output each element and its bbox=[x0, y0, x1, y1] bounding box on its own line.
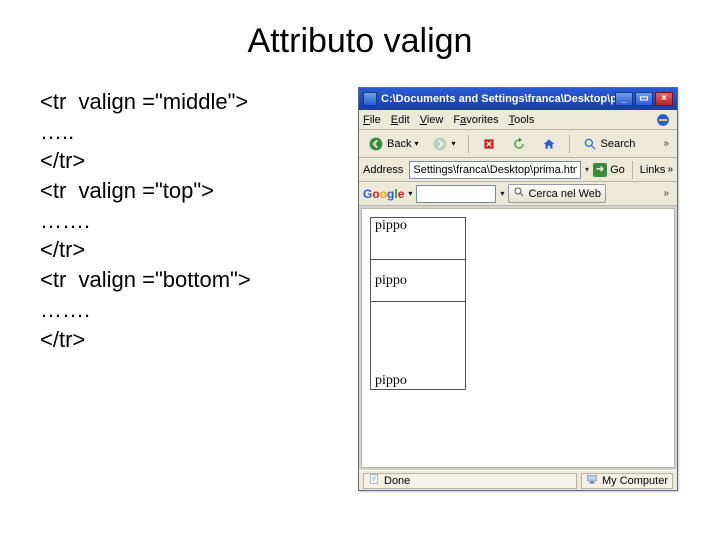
back-label: Back bbox=[387, 138, 411, 150]
google-logo[interactable]: Google bbox=[363, 187, 404, 201]
status-zone: My Computer bbox=[581, 473, 673, 489]
chevron-down-icon: ▾ bbox=[414, 139, 418, 148]
ie-app-icon bbox=[363, 92, 377, 106]
code-line: </tr> bbox=[40, 146, 340, 176]
links-label: Links bbox=[640, 164, 666, 176]
google-cerca-label: Cerca nel Web bbox=[528, 188, 601, 200]
toolbar-separator bbox=[468, 135, 469, 153]
cell-bottom: pippo bbox=[371, 302, 466, 390]
chevron-down-icon[interactable]: ▾ bbox=[408, 189, 412, 198]
google-toolbar: Google ▾ ▾ Cerca nel Web » bbox=[359, 182, 677, 206]
home-button[interactable] bbox=[536, 133, 562, 155]
page-icon bbox=[368, 473, 380, 488]
ie-window: C:\Documents and Settings\franca\Desktop… bbox=[358, 87, 678, 491]
status-bar: Done My Computer bbox=[359, 470, 677, 490]
window-title: C:\Documents and Settings\franca\Desktop… bbox=[381, 93, 615, 105]
refresh-icon bbox=[511, 136, 527, 152]
go-button[interactable]: ➜ Go bbox=[593, 163, 625, 177]
titlebar[interactable]: C:\Documents and Settings\franca\Desktop… bbox=[359, 88, 677, 110]
google-overflow-icon[interactable]: » bbox=[659, 188, 673, 199]
google-search-input[interactable] bbox=[416, 185, 496, 203]
forward-button[interactable]: ▾ bbox=[427, 133, 460, 155]
code-line: </tr> bbox=[40, 325, 340, 355]
status-done: Done bbox=[363, 473, 577, 489]
address-dropdown-icon[interactable]: ▾ bbox=[585, 165, 589, 174]
menu-view[interactable]: View bbox=[420, 114, 444, 126]
computer-icon bbox=[586, 473, 598, 488]
code-line: ……. bbox=[40, 206, 340, 236]
code-line: <tr valign ="top"> bbox=[40, 176, 340, 206]
table-row-top: pippo bbox=[371, 218, 466, 260]
code-line: </tr> bbox=[40, 235, 340, 265]
toolbar-separator bbox=[569, 135, 570, 153]
cell-top: pippo bbox=[371, 218, 466, 260]
toolbar-separator bbox=[632, 161, 633, 179]
code-line: ……. bbox=[40, 295, 340, 325]
links-button[interactable]: Links » bbox=[640, 164, 673, 176]
toolbar-overflow-icon[interactable]: » bbox=[659, 138, 673, 149]
code-line: <tr valign ="middle"> bbox=[40, 87, 340, 117]
page-viewport[interactable]: pippo pippo pippo bbox=[361, 208, 675, 468]
menubar: File Edit View Favorites Tools bbox=[359, 110, 677, 130]
address-input[interactable] bbox=[409, 161, 581, 179]
ie-logo-icon bbox=[653, 112, 673, 128]
status-done-label: Done bbox=[384, 475, 410, 487]
code-line: ….. bbox=[40, 117, 340, 147]
go-label: Go bbox=[610, 164, 625, 176]
chevron-down-icon: ▾ bbox=[451, 139, 455, 148]
menu-favorites[interactable]: Favorites bbox=[453, 114, 498, 126]
nav-toolbar: Back ▾ ▾ bbox=[359, 130, 677, 158]
table-row-bottom: pippo bbox=[371, 302, 466, 390]
menu-file[interactable]: File bbox=[363, 114, 381, 126]
demo-table: pippo pippo pippo bbox=[370, 217, 466, 390]
slide-title: Attributo valign bbox=[0, 0, 720, 71]
address-bar: Address ▾ ➜ Go Links » bbox=[359, 158, 677, 182]
menu-tools[interactable]: Tools bbox=[509, 114, 535, 126]
status-zone-label: My Computer bbox=[602, 475, 668, 487]
cell-middle: pippo bbox=[371, 260, 466, 302]
search-icon bbox=[513, 186, 525, 201]
menu-edit[interactable]: Edit bbox=[391, 114, 410, 126]
home-icon bbox=[541, 136, 557, 152]
code-column: <tr valign ="middle"> ….. </tr> <tr vali… bbox=[40, 87, 340, 354]
stop-icon bbox=[481, 136, 497, 152]
close-button[interactable]: × bbox=[655, 92, 673, 106]
search-icon bbox=[582, 136, 598, 152]
go-arrow-icon: ➜ bbox=[593, 163, 607, 177]
chevron-down-icon[interactable]: ▾ bbox=[500, 189, 504, 198]
forward-arrow-icon bbox=[432, 136, 448, 152]
back-button[interactable]: Back ▾ bbox=[363, 133, 423, 155]
refresh-button[interactable] bbox=[506, 133, 532, 155]
address-label: Address bbox=[363, 164, 403, 176]
search-label: Search bbox=[601, 138, 636, 150]
minimize-button[interactable]: _ bbox=[615, 92, 633, 106]
back-arrow-icon bbox=[368, 136, 384, 152]
maximize-button[interactable]: ▭ bbox=[635, 92, 653, 106]
table-row-middle: pippo bbox=[371, 260, 466, 302]
code-line: <tr valign ="bottom"> bbox=[40, 265, 340, 295]
stop-button[interactable] bbox=[476, 133, 502, 155]
links-overflow-icon: » bbox=[667, 164, 673, 175]
google-search-web-button[interactable]: Cerca nel Web bbox=[508, 184, 606, 203]
search-button[interactable]: Search bbox=[577, 133, 641, 155]
